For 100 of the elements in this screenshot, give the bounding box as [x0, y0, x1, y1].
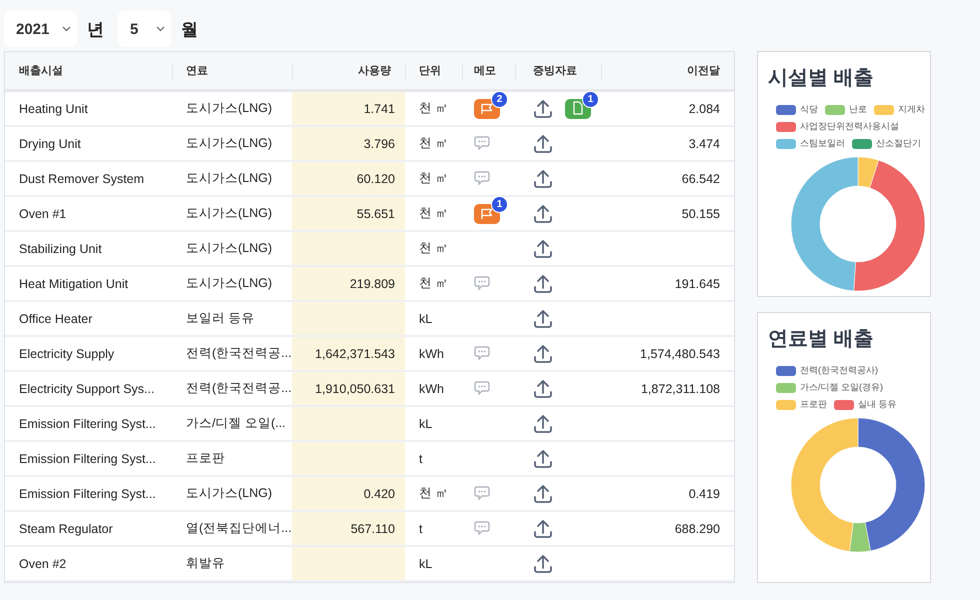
- table-cell: 1,872,311.108: [640, 382, 720, 396]
- usage-cell[interactable]: 1,910,050.631: [292, 372, 405, 405]
- table-cell: 50.155: [682, 206, 720, 220]
- legend-item[interactable]: 가스/디젤 오일(경유): [776, 381, 883, 394]
- legend-item[interactable]: 전력(한국전력공사): [776, 364, 878, 377]
- column-header: 연료: [186, 64, 208, 78]
- table-cell: 도시가스(LNG): [186, 275, 272, 292]
- legend-item[interactable]: 식당: [776, 103, 818, 116]
- table-cell: 3.474: [688, 136, 720, 150]
- upload-icon[interactable]: [533, 378, 553, 398]
- upload-icon[interactable]: [533, 344, 553, 364]
- table-cell: 191.645: [674, 276, 720, 290]
- usage-cell[interactable]: [292, 302, 405, 335]
- column-header: 사용량: [358, 64, 391, 78]
- usage-cell[interactable]: 567.110: [292, 512, 405, 545]
- table-cell: Emission Filtering Syst...: [19, 452, 156, 466]
- table-cell: 2.084: [688, 102, 720, 116]
- legend-item[interactable]: 실내 등유: [834, 398, 897, 411]
- month-select[interactable]: 5: [118, 11, 171, 47]
- table-cell: Oven #2: [19, 556, 66, 570]
- legend-item[interactable]: 프로판: [776, 398, 827, 411]
- table-cell: Steam Regulator: [19, 522, 113, 536]
- caret-icon: [62, 26, 71, 32]
- upload-icon[interactable]: [533, 484, 553, 504]
- table-cell: 전력(한국전력공...: [186, 345, 292, 362]
- usage-cell[interactable]: 3.796: [292, 127, 405, 160]
- column-header: 메모: [474, 64, 496, 78]
- usage-cell[interactable]: 60.120: [292, 162, 405, 195]
- legend-item[interactable]: 스팀보일러: [776, 137, 845, 150]
- table-cell: 천 ㎥: [419, 205, 448, 222]
- panel-title: 시설별 배출: [768, 66, 874, 91]
- legend-item[interactable]: 지게차: [874, 103, 925, 116]
- table-cell: 도시가스(LNG): [186, 240, 272, 257]
- column-header: 단위: [419, 64, 441, 78]
- table-cell: Heating Unit: [19, 102, 88, 116]
- table-cell: 천 ㎥: [419, 135, 448, 152]
- table-cell: Oven #1: [19, 206, 66, 220]
- table-cell: 보일러 등유: [186, 310, 254, 327]
- table-cell: 천 ㎥: [419, 485, 448, 502]
- table-cell: 도시가스(LNG): [186, 205, 272, 222]
- year-select[interactable]: 2021: [4, 11, 77, 47]
- legend-item[interactable]: 산소절단기: [852, 137, 921, 150]
- table-cell: Electricity Support Sys...: [19, 382, 154, 396]
- table-cell: 천 ㎥: [419, 100, 448, 117]
- table-cell: 프로판: [186, 450, 225, 467]
- legend-item[interactable]: 사업장단위전력사용시설: [776, 120, 899, 133]
- column-header: 증빙자료: [533, 64, 577, 78]
- usage-cell[interactable]: 0.420: [292, 477, 405, 510]
- year-label: 년: [87, 18, 104, 40]
- table-cell: kL: [419, 312, 432, 326]
- table-cell: kL: [419, 416, 432, 430]
- table-cell: 천 ㎥: [419, 275, 448, 292]
- table-cell: 66.542: [682, 172, 720, 186]
- caret-icon: [156, 26, 165, 32]
- table-cell: 가스/디젤 오일(...: [186, 415, 286, 432]
- table-cell: 천 ㎥: [419, 240, 448, 257]
- usage-cell[interactable]: 219.809: [292, 267, 405, 300]
- table-cell: 전력(한국전력공...: [186, 380, 292, 397]
- table-cell: 도시가스(LNG): [186, 485, 272, 502]
- upload-icon[interactable]: [533, 168, 553, 188]
- table-cell: 도시가스(LNG): [186, 100, 272, 117]
- usage-cell[interactable]: [292, 442, 405, 475]
- table-cell: Emission Filtering Syst...: [19, 416, 156, 430]
- usage-cell[interactable]: 1.741: [292, 92, 405, 125]
- panel-title: 연료별 배출: [768, 327, 874, 352]
- table-cell: 휘발유: [186, 555, 225, 572]
- table-cell: Emission Filtering Syst...: [19, 486, 156, 500]
- upload-icon[interactable]: [533, 134, 553, 154]
- table-cell: 도시가스(LNG): [186, 170, 272, 187]
- table-cell: t: [419, 452, 422, 466]
- table-cell: Electricity Supply: [19, 346, 114, 360]
- upload-icon[interactable]: [533, 554, 553, 574]
- table-cell: Office Heater: [19, 312, 92, 326]
- table-cell: 도시가스(LNG): [186, 135, 272, 152]
- legend-item[interactable]: 난로: [825, 103, 867, 116]
- column-header: 배출시설: [19, 64, 63, 78]
- usage-cell[interactable]: [292, 232, 405, 265]
- upload-icon[interactable]: [533, 448, 553, 468]
- usage-cell[interactable]: 1,642,371.543: [292, 337, 405, 370]
- usage-cell[interactable]: 55.651: [292, 197, 405, 230]
- upload-icon[interactable]: [533, 308, 553, 328]
- upload-icon[interactable]: [533, 98, 553, 118]
- table-cell: kWh: [419, 346, 444, 360]
- upload-icon[interactable]: [533, 518, 553, 538]
- table-cell: Drying Unit: [19, 136, 81, 150]
- upload-icon[interactable]: [533, 204, 553, 224]
- table-cell: t: [419, 522, 422, 536]
- usage-cell[interactable]: [292, 407, 405, 440]
- table-cell: 열(전북집단에너...: [186, 520, 292, 537]
- column-header: 이전달: [687, 64, 720, 78]
- table-cell: Heat Mitigation Unit: [19, 276, 128, 290]
- table-cell: Stabilizing Unit: [19, 242, 102, 256]
- table-cell: 688.290: [674, 522, 720, 536]
- usage-cell[interactable]: [292, 547, 405, 580]
- upload-icon[interactable]: [533, 414, 553, 434]
- table-cell: 1,574,480.543: [640, 346, 720, 360]
- table-cell: 0.419: [688, 486, 720, 500]
- table-cell: Dust Remover System: [19, 172, 144, 186]
- upload-icon[interactable]: [533, 274, 553, 294]
- upload-icon[interactable]: [533, 238, 553, 258]
